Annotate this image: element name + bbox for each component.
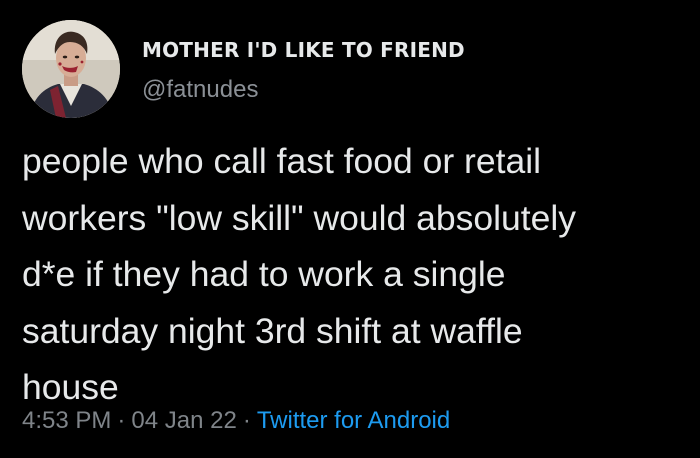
- avatar[interactable]: [22, 20, 120, 118]
- tweet-source-link[interactable]: Twitter for Android: [257, 407, 450, 434]
- separator-dot: ·: [117, 407, 126, 434]
- separator-dot: ·: [242, 407, 251, 434]
- tweet-card: MOTHER I'D LIKE TO FRIEND @fatnudes peop…: [0, 0, 700, 458]
- tweet-text: people who call fast food or retail work…: [22, 141, 576, 407]
- profile-photo-icon: [22, 20, 120, 118]
- tweet-header: MOTHER I'D LIKE TO FRIEND @fatnudes: [22, 20, 465, 118]
- author-names: MOTHER I'D LIKE TO FRIEND @fatnudes: [142, 33, 465, 105]
- tweet-date[interactable]: 04 Jan 22: [131, 407, 236, 434]
- display-name[interactable]: MOTHER I'D LIKE TO FRIEND: [142, 37, 465, 63]
- tweet-time[interactable]: 4:53 PM: [22, 407, 111, 434]
- username-handle[interactable]: @fatnudes: [142, 75, 465, 105]
- tweet-metadata: 4:53 PM · 04 Jan 22 · Twitter for Android: [22, 404, 450, 438]
